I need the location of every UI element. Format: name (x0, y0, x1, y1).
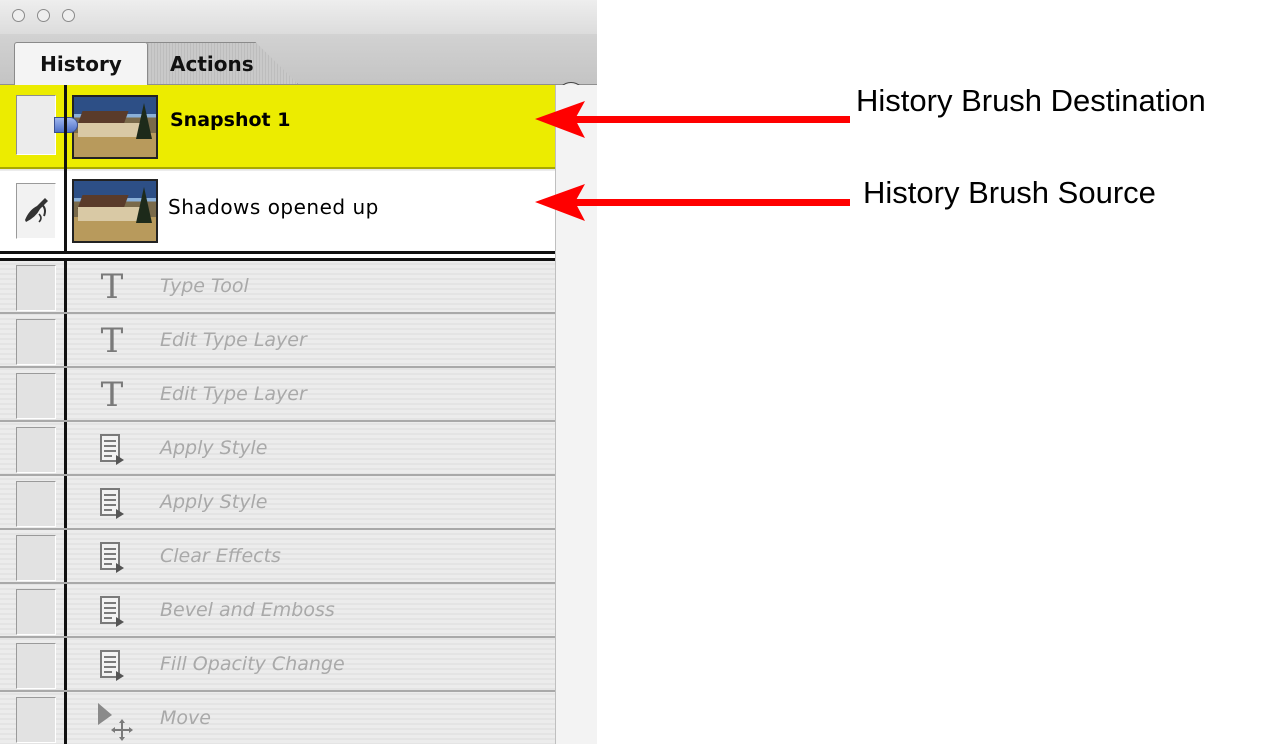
list-item[interactable]: Move (0, 693, 555, 744)
state-label: Apply Style (160, 437, 268, 459)
column-divider (64, 85, 67, 251)
state-label: Fill Opacity Change (160, 653, 345, 675)
source-state-row[interactable]: Shadows opened up (0, 171, 555, 251)
layer-style-icon (92, 591, 132, 631)
history-brush-source-checkbox[interactable] (16, 481, 56, 527)
tab-history[interactable]: History (14, 42, 148, 85)
tab-actions[interactable]: Actions (146, 42, 298, 84)
history-brush-source-checkbox[interactable] (16, 427, 56, 473)
destination-annotation: History Brush Destination (856, 83, 1206, 118)
list-item[interactable]: Apply Style (0, 477, 555, 530)
type-tool-icon: T (100, 267, 124, 307)
layer-style-icon (92, 645, 132, 685)
source-annotation: History Brush Source (863, 175, 1156, 210)
history-list: Snapshot 1 Shadows opened up T Type Tool (0, 85, 555, 744)
history-brush-source-checkbox[interactable] (16, 589, 56, 635)
state-label: Bevel and Emboss (160, 599, 335, 621)
move-tool-icon (92, 699, 133, 741)
state-label: Clear Effects (160, 545, 281, 567)
layer-style-icon (92, 429, 132, 469)
type-tool-icon: T (100, 321, 124, 361)
history-brush-source-checkbox[interactable] (16, 183, 56, 239)
history-brush-source-checkbox[interactable] (16, 373, 56, 419)
history-brush-source-checkbox[interactable] (16, 697, 56, 743)
list-item[interactable]: T Type Tool (0, 261, 555, 314)
source-arrow (535, 184, 850, 221)
snapshot-row[interactable]: Snapshot 1 (0, 85, 555, 169)
palette-titlebar (0, 0, 597, 34)
list-item[interactable]: T Edit Type Layer (0, 369, 555, 422)
state-label: Shadows opened up (168, 195, 379, 219)
state-label: Apply Style (160, 491, 268, 513)
snapshot-thumbnail (72, 95, 158, 159)
list-item[interactable]: Clear Effects (0, 531, 555, 584)
state-thumbnail (72, 179, 158, 243)
minimize-window-button[interactable] (37, 9, 50, 22)
state-label: Edit Type Layer (160, 383, 307, 405)
layer-style-icon (92, 483, 132, 523)
history-brush-source-checkbox[interactable] (16, 319, 56, 365)
state-label: Type Tool (160, 275, 249, 297)
list-item[interactable]: Apply Style (0, 423, 555, 476)
history-brush-source-checkbox[interactable] (16, 643, 56, 689)
layer-style-icon (92, 537, 132, 577)
snapshot-label: Snapshot 1 (170, 109, 291, 131)
history-palette: Actions History Snapshot 1 Shadows opene… (0, 0, 597, 744)
list-item[interactable]: Fill Opacity Change (0, 639, 555, 692)
type-tool-icon: T (100, 375, 124, 415)
history-brush-icon (25, 198, 48, 223)
history-brush-source-checkbox[interactable] (16, 265, 56, 311)
destination-arrow (535, 101, 850, 138)
tab-bar: Actions History (0, 34, 597, 110)
history-brush-source-checkbox[interactable] (16, 95, 56, 155)
history-brush-source-checkbox[interactable] (16, 535, 56, 581)
state-label: Move (160, 707, 211, 729)
list-item[interactable]: T Edit Type Layer (0, 315, 555, 368)
list-item[interactable]: Bevel and Emboss (0, 585, 555, 638)
history-divider (0, 251, 555, 261)
close-window-button[interactable] (12, 9, 25, 22)
zoom-window-button[interactable] (62, 9, 75, 22)
state-label: Edit Type Layer (160, 329, 307, 351)
